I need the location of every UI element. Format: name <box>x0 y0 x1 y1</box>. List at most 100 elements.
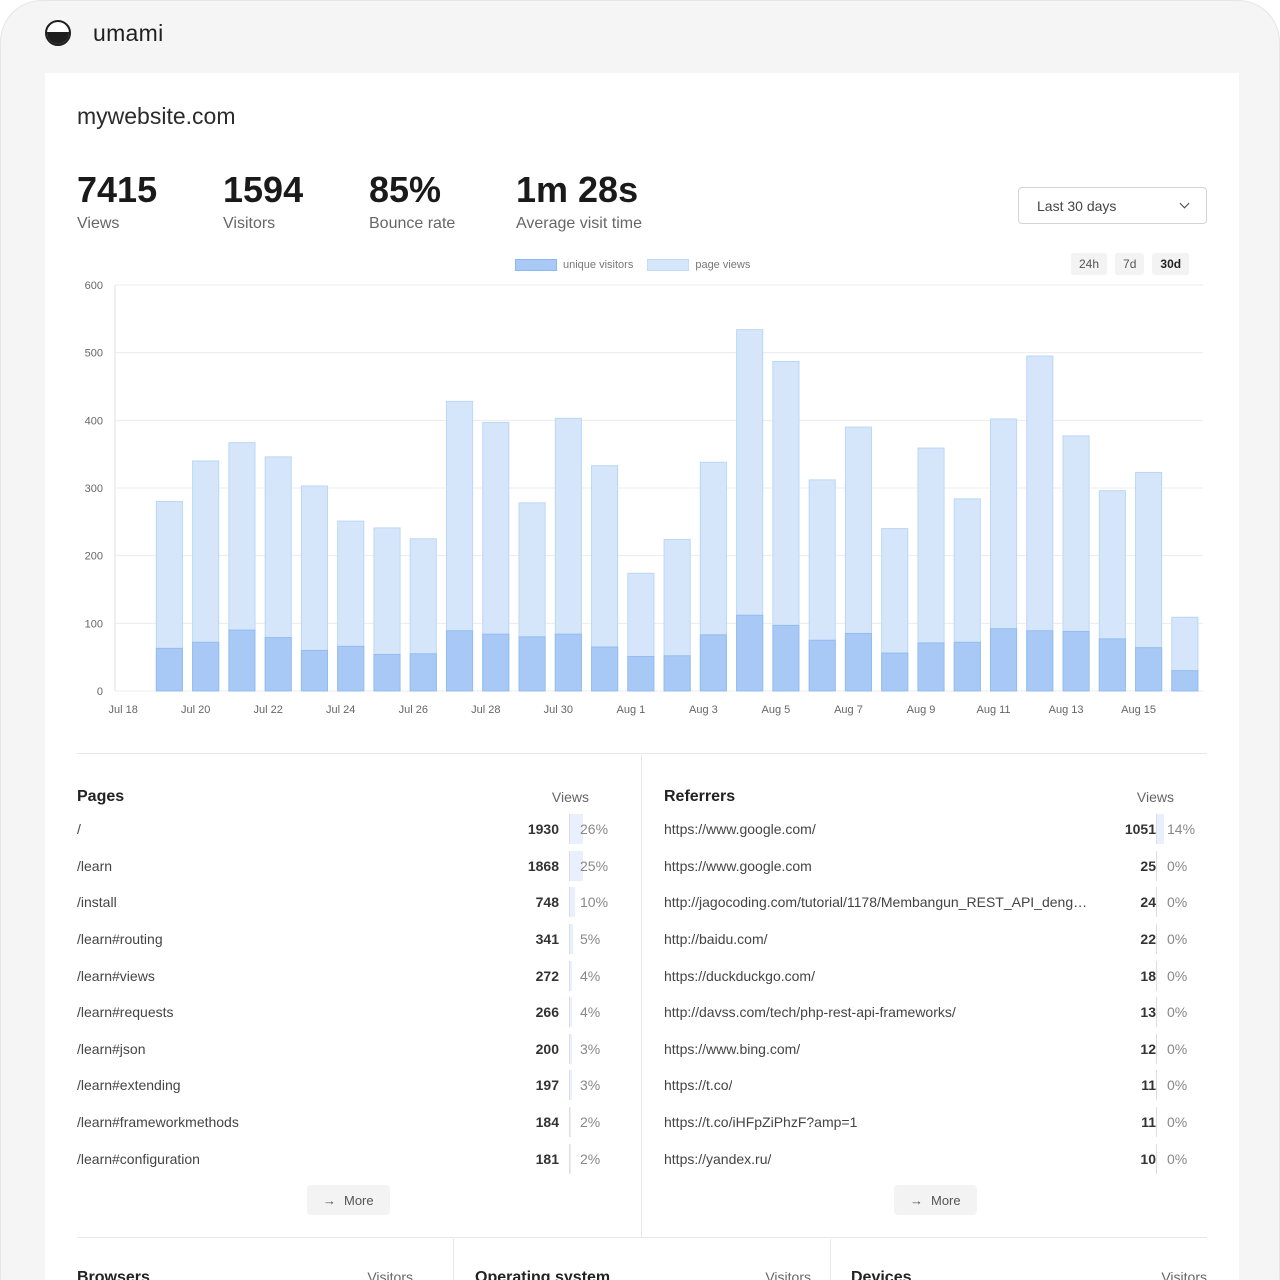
pages-row[interactable]: /learn#configuration 181 2% <box>77 1140 609 1177</box>
referrers-row[interactable]: http://baidu.com/22 0% <box>664 921 1194 958</box>
pages-row-label[interactable]: /learn#configuration <box>77 1151 200 1167</box>
y-tick-label: 100 <box>85 618 103 630</box>
pages-row[interactable]: /learn#requests 266 4% <box>77 994 609 1031</box>
pages-row-label[interactable]: /learn#views <box>77 968 155 984</box>
bar-unique-visitors[interactable] <box>409 653 437 692</box>
pages-row-label[interactable]: /learn#extending <box>77 1077 181 1093</box>
bar-unique-visitors[interactable] <box>699 634 727 692</box>
bar-unique-visitors[interactable] <box>228 629 256 692</box>
referrers-row-label[interactable]: https://yandex.ru/ <box>664 1151 771 1167</box>
bar-unique-visitors[interactable] <box>772 624 800 692</box>
pageviews-bar-chart: 0 100 200 300 400 500 600 Jul 18 Jul 20 Jul 22 Jul… <box>85 280 1203 716</box>
bar-unique-visitors[interactable] <box>844 632 873 692</box>
pages-row-label[interactable]: /learn <box>77 858 112 874</box>
referrers-row-label[interactable]: https://duckduckgo.com/ <box>664 968 815 984</box>
referrers-row[interactable]: https://duckduckgo.com/18 0% <box>664 957 1194 994</box>
referrers-row-label[interactable]: http://baidu.com/ <box>664 931 768 947</box>
referrers-row-label[interactable]: https://www.bing.com/ <box>664 1041 800 1057</box>
bar-unique-visitors[interactable] <box>1098 638 1126 692</box>
pages-row[interactable]: /learn#frameworkmethods 184 2% <box>77 1104 609 1141</box>
pages-row-label[interactable]: /learn#json <box>77 1041 146 1057</box>
pages-more-button[interactable]: → More <box>307 1185 390 1215</box>
range-button-24h[interactable]: 24h <box>1071 253 1108 275</box>
legend-item-visitors[interactable]: unique visitors <box>515 259 633 271</box>
bar-unique-visitors[interactable] <box>881 652 909 692</box>
bar-unique-visitors[interactable] <box>736 614 764 692</box>
umami-logo-icon[interactable] <box>45 20 71 46</box>
bar-unique-visitors[interactable] <box>989 628 1018 692</box>
referrers-row-percent: 0% <box>1156 1033 1206 1064</box>
bar-unique-visitors[interactable] <box>1135 647 1163 692</box>
bar-unique-visitors[interactable] <box>1062 630 1090 692</box>
bar-unique-visitors[interactable] <box>627 655 655 692</box>
referrers-row-label[interactable]: http://jagocoding.com/tutorial/1178/Memb… <box>664 894 1092 910</box>
referrers-row-label[interactable]: http://davss.com/tech/php-rest-api-frame… <box>664 1004 956 1020</box>
referrers-row[interactable]: https://www.google.com 25 0% <box>664 848 1194 885</box>
range-buttons: 24h 7d 30d <box>1071 253 1190 275</box>
referrers-more-button[interactable]: → More <box>894 1185 977 1215</box>
referrers-row[interactable]: https://yandex.ru/10 0% <box>664 1140 1194 1177</box>
referrers-row[interactable]: https://t.co/iHFpZiPhzF?amp=1 11 0% <box>664 1104 1194 1141</box>
pages-row-percent-text: 10% <box>580 894 609 911</box>
pages-row-percent-bar <box>570 887 575 918</box>
bar-unique-visitors[interactable] <box>591 646 619 692</box>
bar-unique-visitors[interactable] <box>373 653 401 692</box>
section-divider <box>77 1237 1207 1238</box>
date-range-dropdown[interactable]: Last 30 days <box>1018 187 1207 224</box>
pages-row-label[interactable]: /learn#routing <box>77 931 163 947</box>
pages-row[interactable]: /install 748 10% <box>77 884 609 921</box>
bar-unique-visitors[interactable] <box>482 633 510 692</box>
bar-unique-visitors[interactable] <box>300 649 329 692</box>
bar-unique-visitors[interactable] <box>264 637 292 692</box>
referrers-row[interactable]: https://www.google.com/1051 14% <box>664 811 1195 848</box>
pages-row-label[interactable]: /learn#requests <box>77 1004 174 1020</box>
referrers-row-label[interactable]: https://t.co/ <box>664 1077 732 1093</box>
pages-row-percent-text: 3% <box>580 1077 601 1094</box>
bar-unique-visitors[interactable] <box>192 641 220 692</box>
pages-row[interactable]: /learn 1868 25% <box>77 848 609 885</box>
pages-row[interactable]: /learn#extending 197 3% <box>77 1067 609 1104</box>
pages-row[interactable]: /learn#json 200 3% <box>77 1031 609 1068</box>
bar-unique-visitors[interactable] <box>808 639 836 692</box>
legend-swatch <box>647 259 690 271</box>
bar-unique-visitors[interactable] <box>554 633 582 692</box>
metric-label: Average visit time <box>516 215 642 232</box>
arrow-right-icon: → <box>323 1192 336 1208</box>
pages-row[interactable]: /learn#views 272 4% <box>77 957 609 994</box>
pages-row-percent-bar <box>570 1033 572 1064</box>
referrers-row[interactable]: https://www.bing.com/12 0% <box>664 1031 1194 1068</box>
pages-row-count: 341 <box>535 931 559 948</box>
referrers-row[interactable]: https://t.co/11 0% <box>664 1067 1194 1104</box>
referrers-row-label[interactable]: https://t.co/iHFpZiPhzF?amp=1 <box>664 1114 857 1130</box>
referrers-row[interactable]: http://jagocoding.com/tutorial/1178/Memb… <box>664 884 1194 921</box>
bar-unique-visitors[interactable] <box>155 647 183 692</box>
range-button-7d[interactable]: 7d <box>1115 253 1145 275</box>
bar-unique-visitors[interactable] <box>518 636 546 692</box>
bar-unique-visitors[interactable] <box>1171 670 1199 692</box>
pages-row[interactable]: /learn#routing 341 5% <box>77 921 609 958</box>
bar-unique-visitors[interactable] <box>663 655 691 692</box>
referrers-row-percent-text: 0% <box>1167 894 1188 911</box>
pages-row[interactable]: / 1930 26% <box>77 811 609 848</box>
pages-row-label[interactable]: / <box>77 821 81 837</box>
referrers-row-label[interactable]: https://www.google.com/ <box>664 821 816 837</box>
bar-unique-visitors[interactable] <box>917 642 945 692</box>
section-divider <box>77 753 1207 754</box>
bar-unique-visitors[interactable] <box>445 630 474 692</box>
referrers-row-label[interactable]: https://www.google.com <box>664 858 812 874</box>
bar-unique-visitors[interactable] <box>1026 630 1054 692</box>
bar-unique-visitors[interactable] <box>337 645 365 692</box>
range-button-30d[interactable]: 30d <box>1152 253 1190 275</box>
pages-row-label[interactable]: /install <box>77 894 117 910</box>
bar-unique-visitors[interactable] <box>953 641 981 692</box>
metric-visitors: 1594 Visitors <box>223 169 303 233</box>
x-tick-label: Jul 22 <box>254 704 283 716</box>
referrers-row-percent: 14% <box>1156 814 1206 845</box>
pages-row-percent-text: 26% <box>580 821 609 838</box>
metric-label: Visitors <box>223 215 276 232</box>
pages-row-label[interactable]: /learn#frameworkmethods <box>77 1114 239 1130</box>
referrers-row[interactable]: http://davss.com/tech/php-rest-api-frame… <box>664 994 1194 1031</box>
referrers-row-percent-text: 0% <box>1167 1004 1188 1021</box>
legend-item-views[interactable]: page views <box>647 259 750 271</box>
metric-value: 1m 28s <box>516 169 639 210</box>
